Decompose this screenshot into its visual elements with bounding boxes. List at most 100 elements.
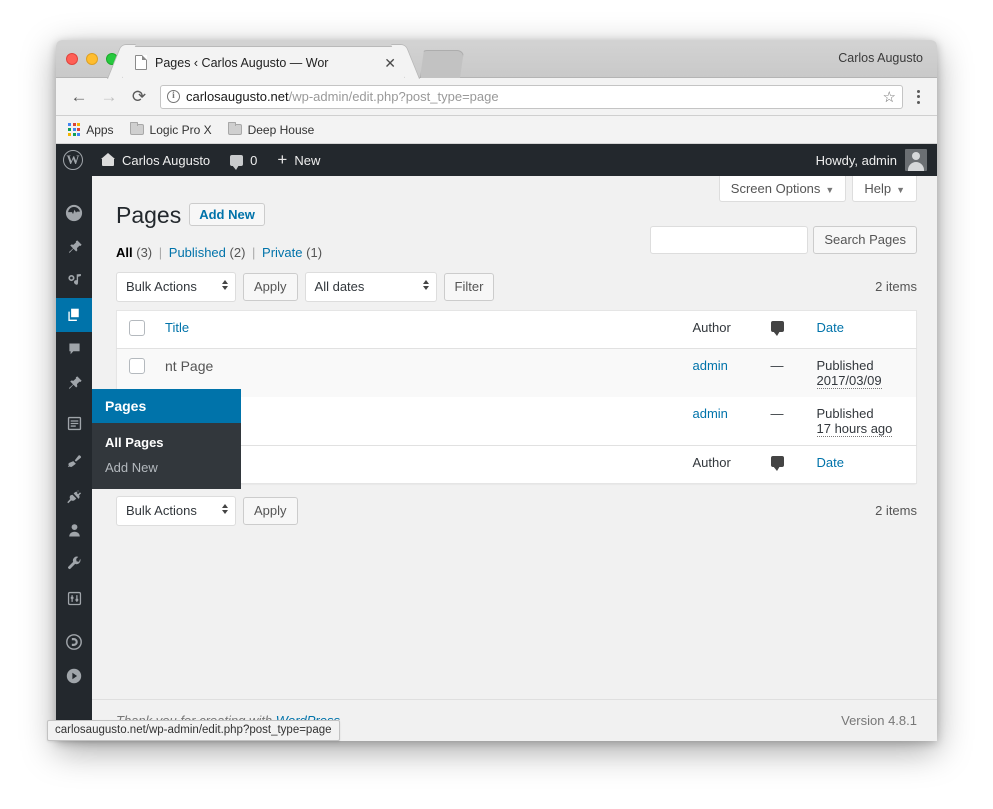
sidebar-item-divi[interactable] [56,625,92,659]
column-date-footer: Date [806,444,917,484]
divi-d-icon [66,634,82,650]
forward-button[interactable]: → [96,84,122,110]
author-link[interactable]: admin [693,406,728,421]
comment-icon [68,343,80,354]
bookmark-deep-house[interactable]: Deep House [227,122,314,137]
bookmark-label: Apps [86,122,114,137]
howdy-label: Howdy, admin [815,152,897,168]
bookmarks-bar: Apps Logic Pro X Deep House [56,116,937,144]
site-info-icon[interactable]: i [167,90,180,103]
date-filter-select[interactable]: All dates [304,271,437,302]
sidebar-item-users[interactable] [56,513,92,547]
bulk-actions-select-top[interactable]: Bulk Actions [116,271,236,302]
sort-title-link[interactable]: Title [165,320,189,335]
brush-icon [67,454,81,467]
plus-icon: + [277,150,288,169]
media-icon [67,273,81,285]
browser-status-bar: carlosaugusto.net/wp-admin/edit.php?post… [47,720,340,741]
minimize-window-button[interactable] [86,53,98,65]
adminbar-new[interactable]: + New [267,144,330,176]
pages-icon [67,308,79,321]
page-title: Pages [116,202,182,228]
search-pages-button[interactable]: Search Pages [813,226,917,254]
flyout-items: All Pages Add New [92,423,241,489]
close-window-button[interactable] [66,53,78,65]
folder-icon [129,122,144,135]
sidebar-item-forms[interactable] [56,406,92,440]
sidebar-item-appearance[interactable] [56,445,92,479]
user-icon [68,523,80,536]
url-host: carlosaugusto.net [186,89,289,104]
filter-published[interactable]: Published [169,245,226,260]
column-comments [760,310,807,349]
sidebar-item-portfolio[interactable] [56,366,92,400]
sidebar-item-dashboard[interactable] [56,196,92,230]
bookmark-star-icon[interactable]: ☆ [883,89,896,106]
pin-icon [68,375,82,389]
row-date-cell: Published 17 hours ago [807,397,917,446]
sidebar-item-media-player[interactable] [56,659,92,693]
sort-date-link-footer[interactable]: Date [817,455,844,470]
screen-options-label: Screen Options [730,181,821,196]
row-date-cell: Published 2017/03/09 [806,348,917,397]
filter-published-count: (2) [229,244,246,260]
row-title-text[interactable]: nt Page [165,358,213,374]
bookmark-logic-pro-x[interactable]: Logic Pro X [129,122,212,137]
sidebar-item-plugins[interactable] [56,479,92,513]
filter-all[interactable]: All [116,245,133,260]
filter-button[interactable]: Filter [443,272,495,301]
filter-private[interactable]: Private [262,245,302,260]
date-value: 17 hours ago [816,420,893,437]
row-author-cell: admin [683,397,761,446]
table-nav-bottom: Bulk Actions Apply 2 items [116,495,917,526]
bulk-actions-label: Bulk Actions [126,503,197,519]
browser-tab[interactable]: Pages ‹ Carlos Augusto — Wor ✕ [122,46,405,78]
play-circle-icon [66,668,82,684]
author-link[interactable]: admin [693,358,728,373]
date-status: Published [816,357,874,373]
wordpress-logo-icon[interactable]: W [63,150,83,170]
sidebar-item-pages[interactable] [56,298,92,332]
apps-grid-icon [68,123,81,136]
page-viewport: W Carlos Augusto 0 + New Howdy, admin Sc… [56,144,937,741]
sort-date-link[interactable]: Date [817,320,844,335]
close-tab-button[interactable]: ✕ [384,56,396,70]
bookmark-apps[interactable]: Apps [68,123,114,137]
wp-admin-sidebar [56,176,92,741]
reload-button[interactable]: ⟳ [126,84,152,110]
flyout-item-all-pages[interactable]: All Pages [92,430,241,455]
flyout-header[interactable]: Pages [92,389,241,423]
bulk-actions-select-bottom[interactable]: Bulk Actions [116,495,236,526]
select-arrows-icon [422,279,429,290]
select-all-checkbox[interactable] [129,319,145,336]
row-checkbox[interactable] [129,357,145,374]
screen-options-button[interactable]: Screen Options ▼ [718,176,847,202]
sidebar-item-comments[interactable] [56,332,92,366]
chrome-menu-icon[interactable] [909,89,927,104]
sidebar-item-posts[interactable] [56,230,92,264]
new-tab-button[interactable] [420,50,464,78]
search-input[interactable] [650,226,809,254]
comment-icon [230,154,244,170]
bulk-actions-label: Bulk Actions [126,279,197,295]
dashboard-icon [65,204,83,222]
adminbar-site-name[interactable]: Carlos Augusto [91,144,220,176]
adminbar-account[interactable]: Howdy, admin [816,149,937,171]
apply-button-bottom[interactable]: Apply [243,496,298,525]
flyout-item-add-new[interactable]: Add New [92,455,241,480]
select-all-header [116,310,155,349]
table-head: Title Author Date [116,310,917,349]
adminbar-comments[interactable]: 0 [220,144,267,176]
back-button[interactable]: ← [66,84,92,110]
apply-button-top[interactable]: Apply [243,272,298,301]
site-name-label: Carlos Augusto [122,152,211,168]
comment-icon [770,320,784,336]
sidebar-item-tools[interactable] [56,547,92,581]
sidebar-item-settings[interactable] [56,581,92,615]
address-bar[interactable]: i carlosaugusto.net/wp-admin/edit.php?po… [160,84,903,109]
table-header-row: Title Author Date [116,310,917,349]
help-button[interactable]: Help ▼ [852,176,917,202]
sidebar-item-media[interactable] [56,264,92,298]
comment-count: 0 [250,152,258,168]
add-new-button[interactable]: Add New [189,203,265,226]
